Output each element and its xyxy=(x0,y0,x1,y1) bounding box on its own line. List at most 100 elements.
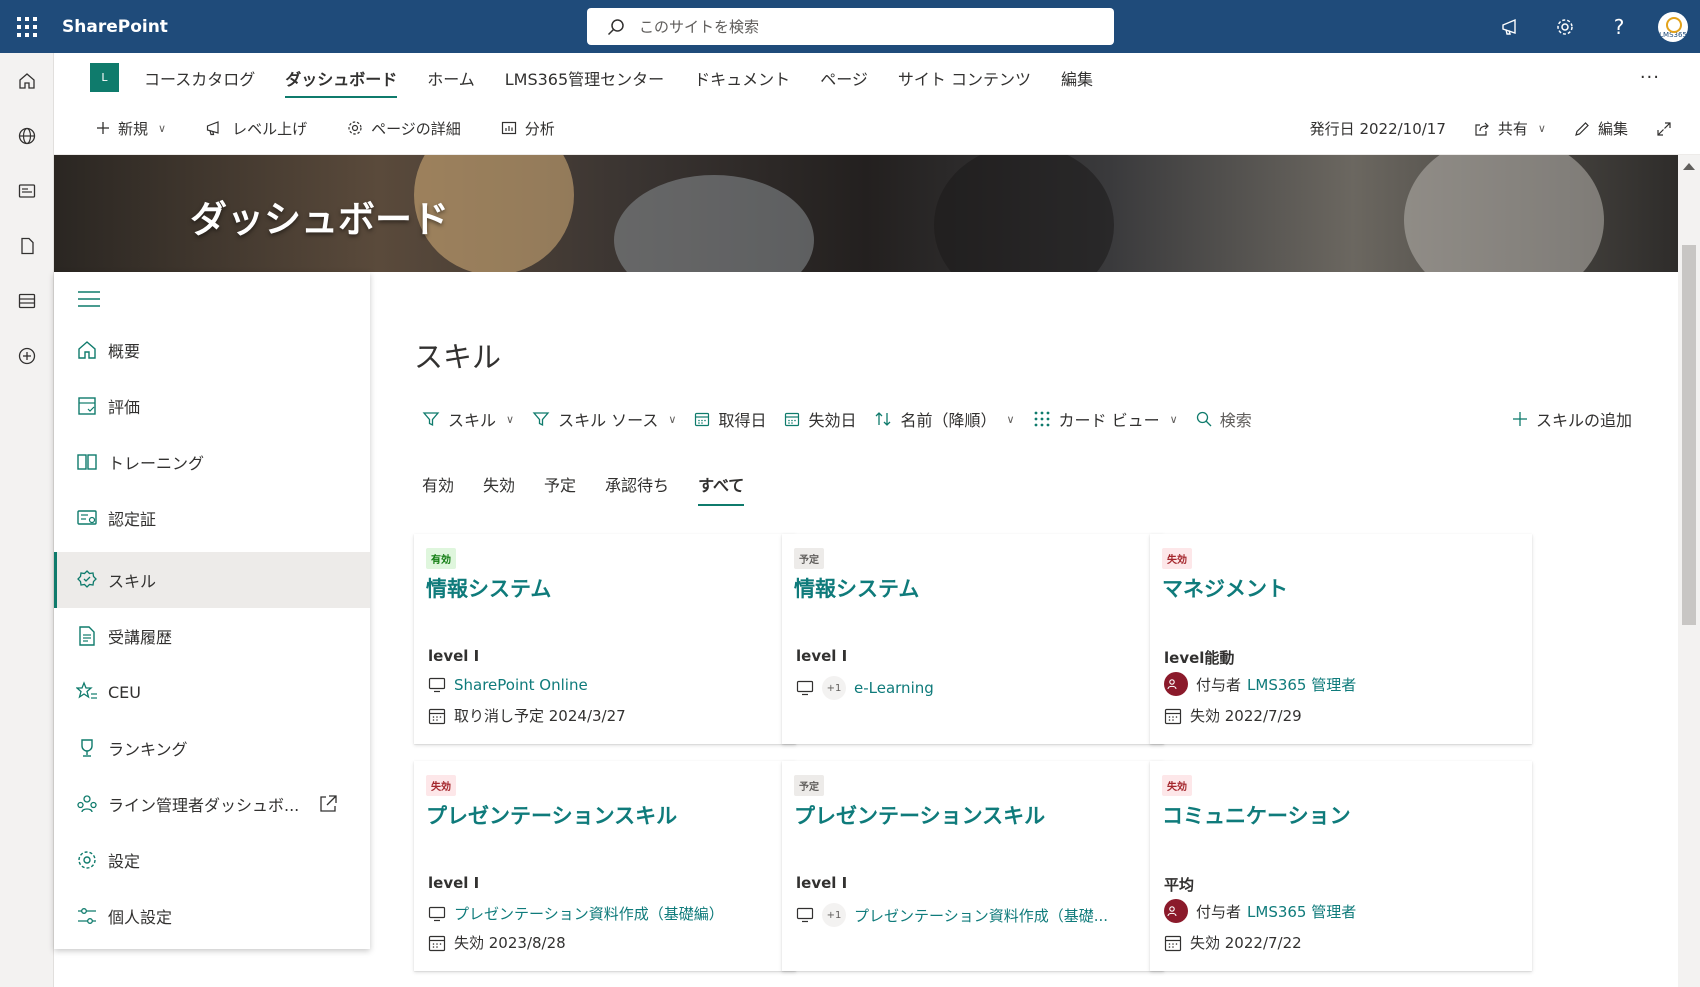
chevron-down-icon: ∨ xyxy=(1169,412,1178,426)
skill-title[interactable]: 情報システム xyxy=(794,573,1152,603)
sort-dropdown[interactable]: 名前（降順） ∨ xyxy=(874,407,1015,431)
search-placeholder: 検索 xyxy=(1219,411,1252,430)
status-badge: 失効 xyxy=(1162,775,1192,796)
account-button[interactable]: LMS365 xyxy=(1646,0,1700,53)
monitor-icon xyxy=(428,677,446,693)
nav-item-transcript[interactable]: 受講履歴 xyxy=(54,608,370,664)
skill-filter[interactable]: スキル ∨ xyxy=(422,407,514,431)
skill-title[interactable]: コミュニケーション xyxy=(1162,800,1520,830)
skill-source-filter[interactable]: スキル ソース ∨ xyxy=(532,407,676,431)
chevron-down-icon: ∨ xyxy=(158,121,167,135)
hub-item-admin-center[interactable]: LMS365管理センター xyxy=(505,56,664,100)
add-circle-icon xyxy=(18,347,36,364)
hub-item-course-catalog[interactable]: コースカタログ xyxy=(144,56,255,100)
nav-item-ranking[interactable]: ランキング xyxy=(54,720,370,776)
more-count-badge[interactable]: +1 xyxy=(822,903,846,927)
appbar-news[interactable] xyxy=(0,163,54,218)
filter-icon xyxy=(422,412,440,427)
tab-pending-approval[interactable]: 承認待ち xyxy=(605,472,669,506)
trophy-icon xyxy=(81,739,93,757)
expand-button[interactable] xyxy=(1656,121,1680,137)
skill-title[interactable]: マネジメント xyxy=(1162,573,1520,603)
more-options-button[interactable]: ··· xyxy=(1640,67,1660,88)
granted-by-link[interactable]: LMS365 管理者 xyxy=(1247,901,1356,922)
skill-title[interactable]: プレゼンテーションスキル xyxy=(426,800,784,830)
nav-item-ceu[interactable]: CEU xyxy=(54,664,370,720)
tab-planned[interactable]: 予定 xyxy=(544,472,576,506)
scroll-up-arrow-icon[interactable] xyxy=(1683,163,1695,170)
skill-title[interactable]: 情報システム xyxy=(426,573,784,603)
chevron-down-icon: ∨ xyxy=(668,412,677,426)
hub-item-dashboard[interactable]: ダッシュボード xyxy=(285,56,398,100)
granted-by-link[interactable]: LMS365 管理者 xyxy=(1247,674,1356,695)
nav-item-skills[interactable]: スキル xyxy=(54,552,370,608)
expiry-date-filter[interactable]: 失効日 xyxy=(784,407,856,431)
nav-item-certificates[interactable]: 認定証 xyxy=(54,490,370,546)
view-dropdown[interactable]: カード ビュー ∨ xyxy=(1033,407,1178,431)
filter-bar: スキル ∨ スキル ソース ∨ 取得日 失効日 名前（降順） ∨ カード ビュー… xyxy=(422,402,1632,436)
settings-button[interactable] xyxy=(1538,0,1592,53)
share-button[interactable]: 共有 ∨ xyxy=(1474,118,1546,139)
appbar-sites[interactable] xyxy=(0,108,54,163)
new-button[interactable]: 新規 ∨ xyxy=(96,118,166,139)
site-logo[interactable]: L xyxy=(90,63,119,92)
page-details-button[interactable]: ページの詳細 xyxy=(347,118,461,139)
scrollbar-thumb[interactable] xyxy=(1682,245,1696,625)
hub-item-home[interactable]: ホーム xyxy=(427,56,475,100)
appbar-files[interactable] xyxy=(0,218,54,273)
skill-title[interactable]: プレゼンテーションスキル xyxy=(794,800,1152,830)
brand-name[interactable]: SharePoint xyxy=(62,17,168,37)
page-scrollbar[interactable] xyxy=(1678,155,1700,987)
promote-button[interactable]: レベル上げ xyxy=(206,118,307,139)
calendar-icon xyxy=(1164,708,1182,724)
skill-card[interactable]: 予定 プレゼンテーションスキル level I +1 プレゼンテーション資料作成… xyxy=(782,761,1164,971)
home-icon xyxy=(78,341,96,359)
hub-item-documents[interactable]: ドキュメント xyxy=(694,56,790,100)
announcement-button[interactable] xyxy=(1484,0,1538,53)
nav-item-personal-settings[interactable]: 個人設定 xyxy=(54,888,370,944)
skill-card[interactable]: 失効 コミュニケーション 平均 付与者 LMS365 管理者 失効 2022/7… xyxy=(1150,761,1532,971)
help-button[interactable]: ? xyxy=(1592,0,1646,53)
skill-card[interactable]: 失効 プレゼンテーションスキル level I プレゼンテーション資料作成（基礎… xyxy=(414,761,796,971)
appbar-create[interactable] xyxy=(0,328,54,383)
hamburger-button[interactable] xyxy=(78,290,100,312)
app-launcher-button[interactable] xyxy=(0,0,54,53)
tab-all[interactable]: すべて xyxy=(698,472,745,506)
skill-card[interactable]: 予定 情報システム level I +1 e-Learning xyxy=(782,534,1164,744)
page-details-label: ページの詳細 xyxy=(371,119,461,138)
page-title: ダッシュボード xyxy=(190,198,449,241)
skill-card[interactable]: 有効 情報システム level I SharePoint Online 取り消し… xyxy=(414,534,796,744)
appbar-home[interactable] xyxy=(0,53,54,108)
search-icon xyxy=(1196,411,1212,427)
skill-level: level I xyxy=(428,647,480,665)
course-link[interactable]: SharePoint Online xyxy=(454,676,588,694)
nav-item-overview[interactable]: 概要 xyxy=(54,322,370,378)
nav-item-training[interactable]: トレーニング xyxy=(54,434,370,490)
site-search-input[interactable]: このサイトを検索 xyxy=(587,8,1114,45)
analytics-button[interactable]: 分析 xyxy=(501,118,555,139)
skill-card[interactable]: 失効 マネジメント level能動 付与者 LMS365 管理者 失効 2022… xyxy=(1150,534,1532,744)
hub-item-site-contents[interactable]: サイト コンテンツ xyxy=(898,56,1031,100)
appbar-lists[interactable] xyxy=(0,273,54,328)
course-link[interactable]: プレゼンテーション資料作成（基礎... xyxy=(854,905,1108,926)
nav-item-assessments[interactable]: 評価 xyxy=(54,378,370,434)
nav-item-settings[interactable]: 設定 xyxy=(54,832,370,888)
nav-label: スキル xyxy=(108,572,157,591)
more-count-badge[interactable]: +1 xyxy=(822,676,846,700)
tab-active[interactable]: 有効 xyxy=(422,472,454,506)
tab-expired[interactable]: 失効 xyxy=(483,472,515,506)
transcript-icon xyxy=(79,626,95,646)
filter-label: スキル ソース xyxy=(558,411,659,430)
edit-button[interactable]: 編集 xyxy=(1574,118,1628,139)
nav-item-manager-dashboard[interactable]: ライン管理者ダッシュボ... xyxy=(54,776,370,832)
hub-item-pages[interactable]: ページ xyxy=(820,56,868,100)
status-badge: 予定 xyxy=(794,775,824,796)
skill-search-input[interactable]: 検索 xyxy=(1196,407,1252,431)
acquired-date-filter[interactable]: 取得日 xyxy=(694,407,766,431)
add-skill-button[interactable]: スキルの追加 xyxy=(1512,402,1632,436)
book-icon xyxy=(77,454,97,470)
hub-item-edit[interactable]: 編集 xyxy=(1061,56,1093,100)
course-link[interactable]: プレゼンテーション資料作成（基礎編） xyxy=(454,903,724,924)
course-link[interactable]: e-Learning xyxy=(854,679,934,697)
published-date: 発行日 2022/10/17 xyxy=(1310,118,1446,139)
